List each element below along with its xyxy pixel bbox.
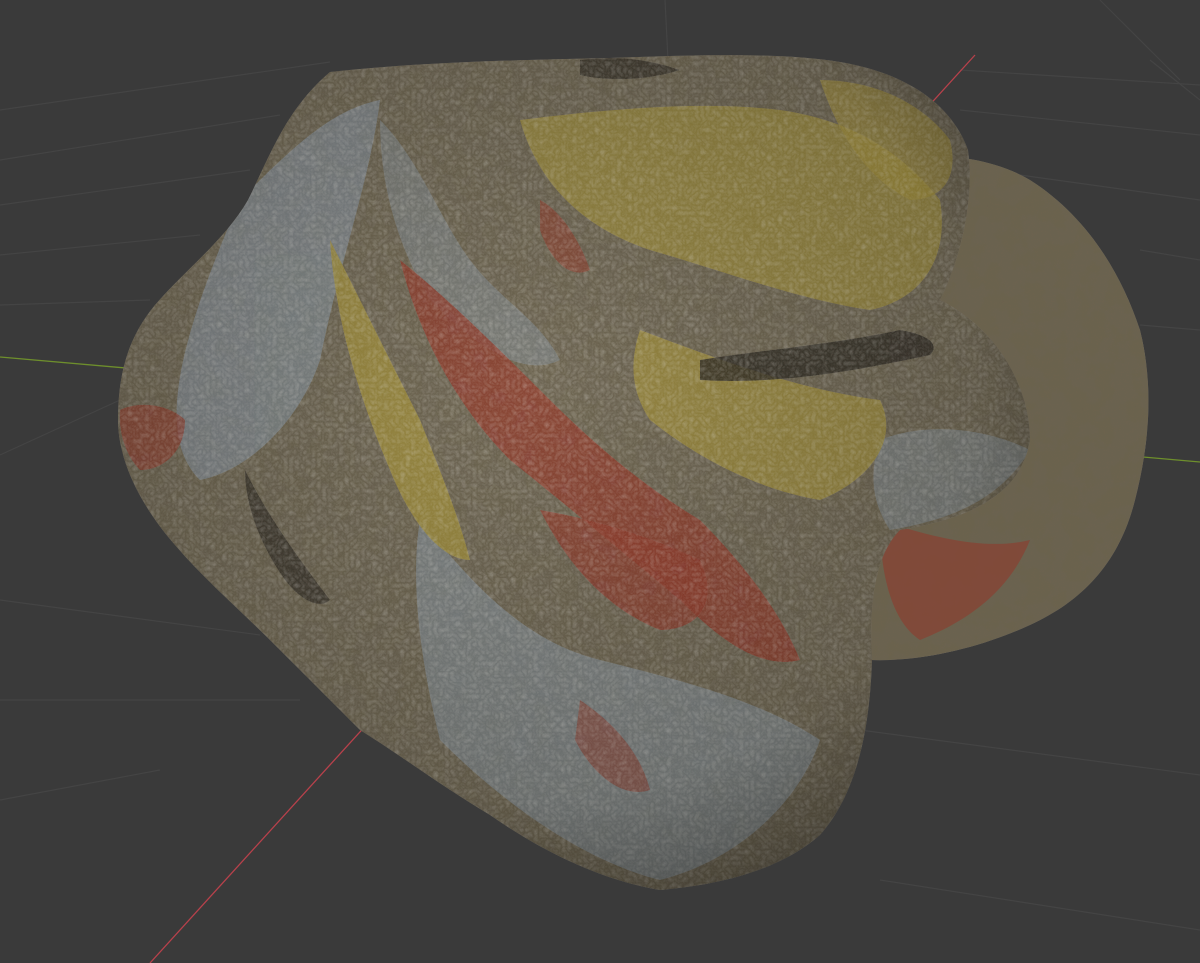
grid-line [0,399,121,456]
grid-line [0,61,331,111]
rock-shading [118,55,1030,891]
grid-line [959,69,1200,86]
grid-line [1139,249,1200,261]
grid-line [664,0,669,61]
grid-line [1139,324,1200,331]
grid-line [0,234,201,256]
rock-mesh[interactable] [118,55,1149,891]
grid-line [0,299,151,306]
grid-line [0,769,161,801]
3d-viewport[interactable] [0,0,1200,963]
grid-line [1149,59,1200,101]
grid-line [0,114,281,161]
grid-line [0,599,261,636]
grid-line [0,169,251,206]
grid-line [959,109,1200,136]
grid-line [1099,0,1181,81]
viewport-canvas[interactable] [0,0,1200,963]
grid-line [859,729,1200,776]
grid-line [879,879,1200,931]
